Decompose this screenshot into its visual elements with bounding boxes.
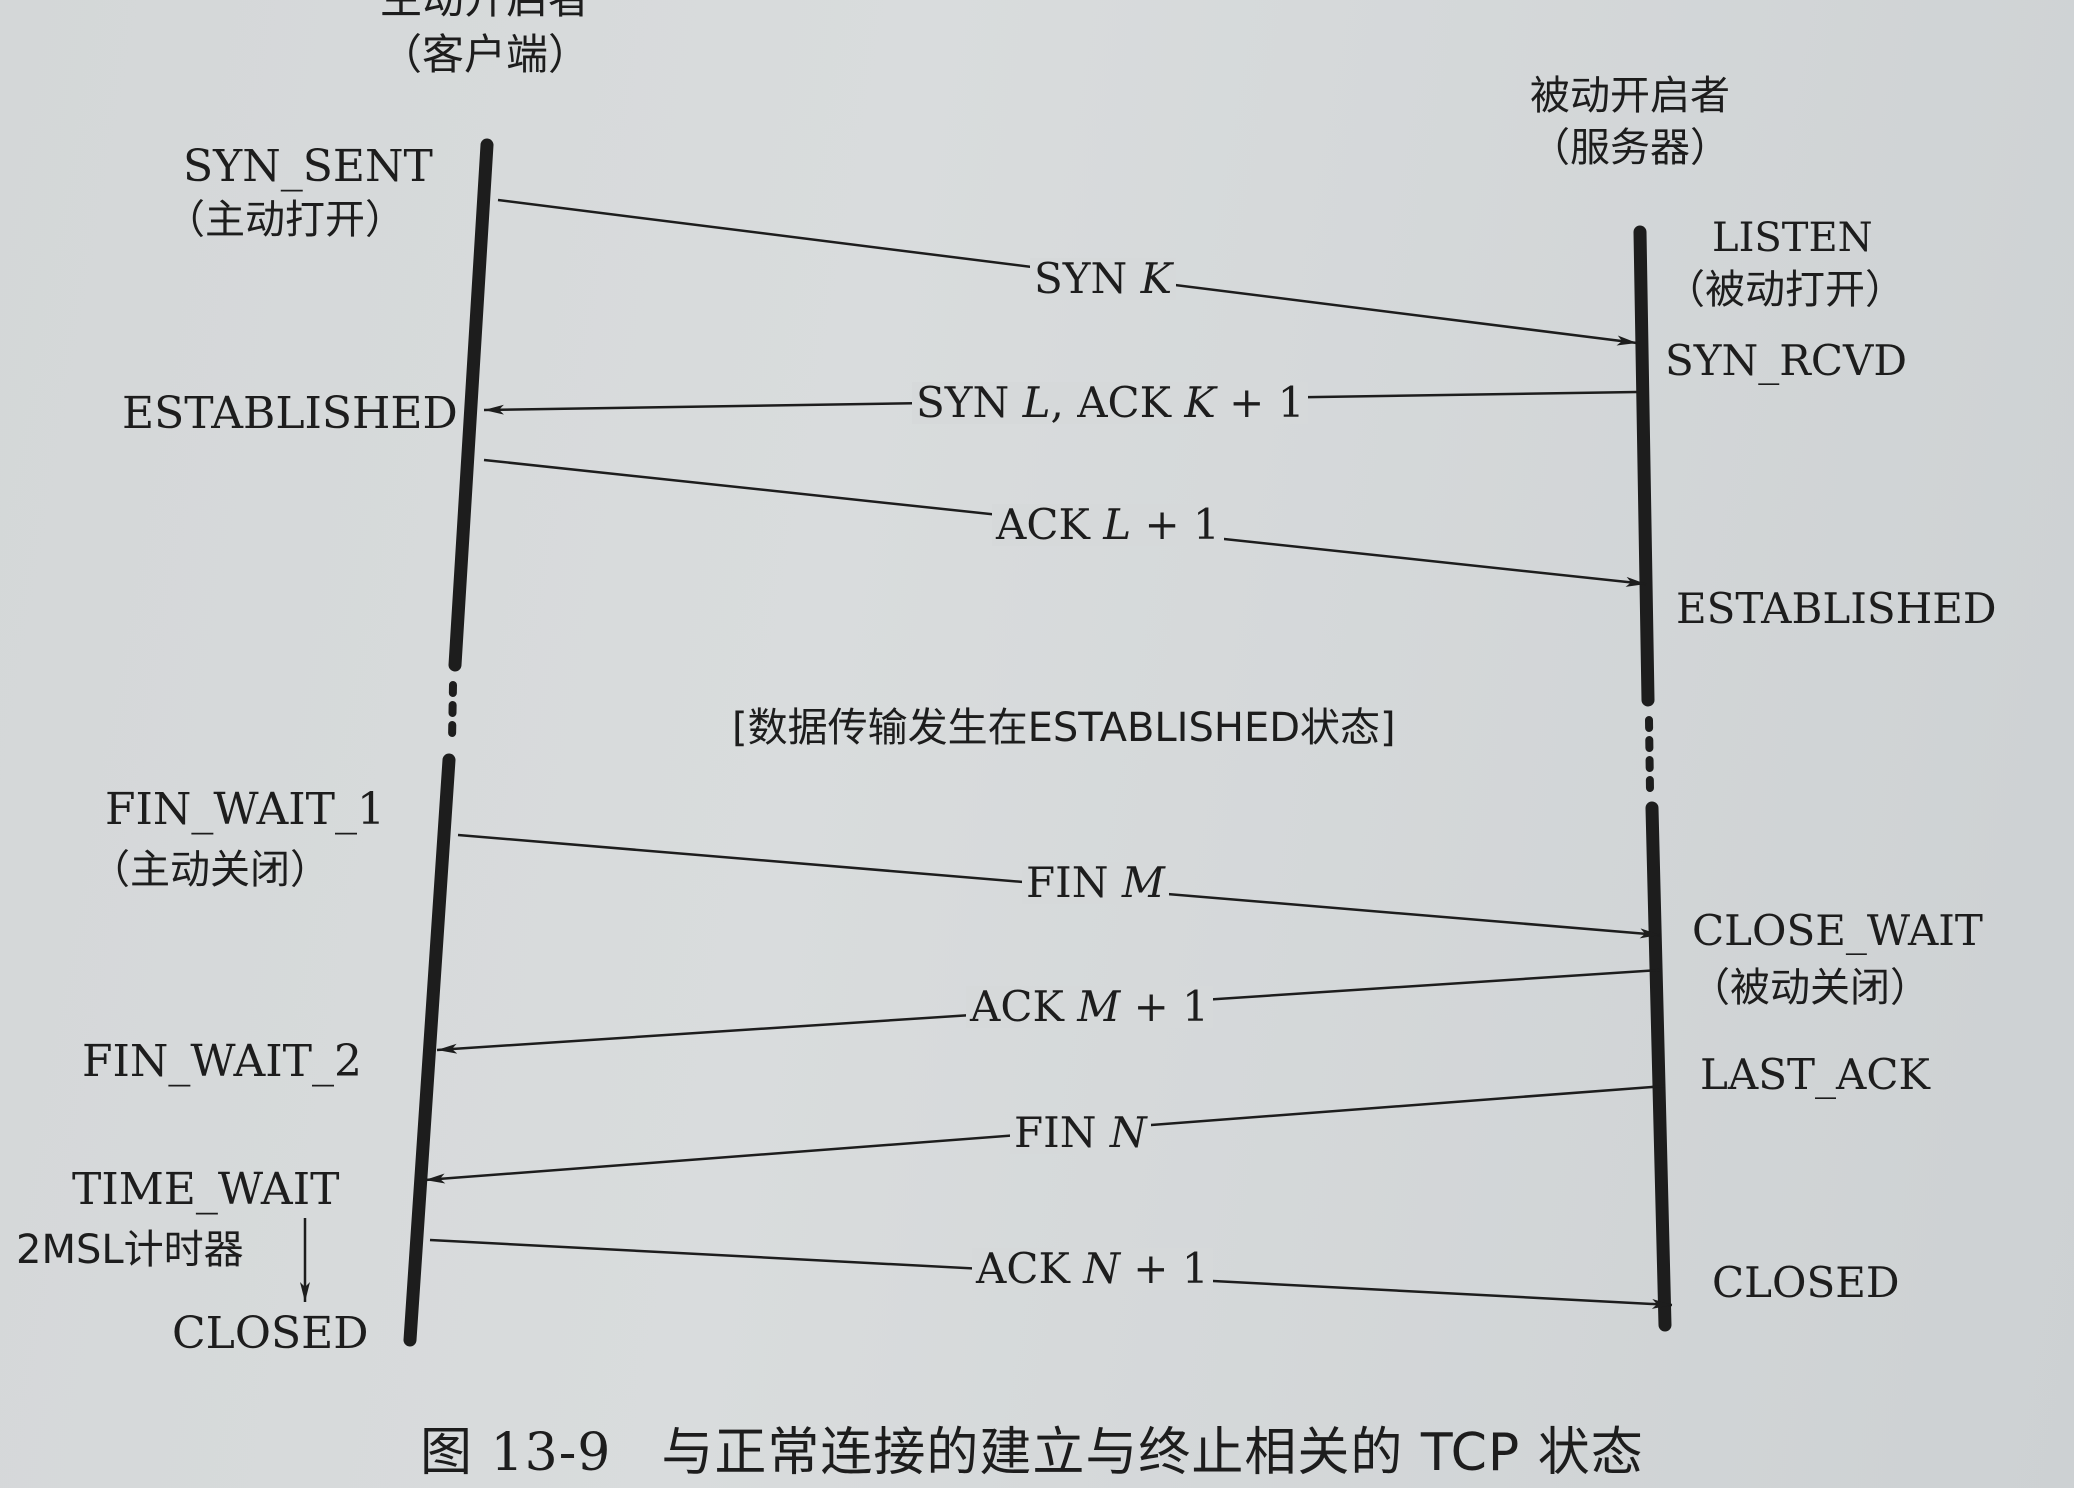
- state-syn-sent: SYN_SENT: [183, 141, 433, 192]
- client-title-line1: 主动开启者: [380, 0, 590, 20]
- label-syn-l-ack: SYN L, ACK K + 1: [912, 382, 1309, 424]
- data-transfer-note: [数据传输发生在ESTABLISHED状态]: [732, 705, 1396, 751]
- state-server-closed: CLOSED: [1712, 1258, 1900, 1307]
- state-client-established: ESTABLISHED: [122, 388, 458, 439]
- label-ack-m-var: M: [1077, 982, 1121, 1031]
- label-fin-m-var: M: [1121, 858, 1165, 907]
- label-ack-l-var: L: [1103, 500, 1132, 549]
- label-syn-l-ack-mid: , ACK: [1050, 378, 1185, 427]
- label-ack-m-post: + 1: [1120, 982, 1209, 1031]
- label-ack-n: ACK N + 1: [972, 1248, 1213, 1290]
- label-ack-m: ACK M + 1: [966, 986, 1213, 1028]
- label-ack-n-pre: ACK: [976, 1244, 1084, 1293]
- label-ack-m-pre: ACK: [970, 982, 1078, 1031]
- label-syn-l-ack-var: L: [1022, 378, 1051, 427]
- label-fin-n-var: N: [1109, 1108, 1147, 1157]
- client-timeline: [403, 138, 494, 1347]
- label-syn-k-var: K: [1140, 254, 1172, 303]
- label-syn-l-ack-var2: K: [1184, 378, 1216, 427]
- label-syn-k-pre: SYN: [1034, 254, 1141, 303]
- book-page-photo: 主动开启者 （客户端） 被动开启者 （服务器） SYN_SENT （主动打开） …: [0, 0, 2074, 1488]
- figure-number: 图 13-9: [420, 1423, 612, 1483]
- label-ack-n-post: + 1: [1119, 1244, 1209, 1293]
- label-ack-l-pre: ACK: [996, 500, 1104, 549]
- server-title-line1: 被动开启者: [1530, 73, 1730, 119]
- state-syn-rcvd: SYN_RCVD: [1665, 336, 1908, 385]
- state-active-open: （主动打开）: [165, 197, 405, 243]
- state-client-closed: CLOSED: [172, 1308, 369, 1359]
- server-timeline: [1633, 225, 1672, 1332]
- state-close-wait: CLOSE_WAIT: [1692, 906, 1983, 955]
- state-2msl-timer: 2MSL计时器: [16, 1227, 244, 1273]
- state-listen: LISTEN: [1712, 215, 1873, 261]
- state-time-wait: TIME_WAIT: [72, 1164, 340, 1215]
- client-title-line2: （客户端）: [380, 30, 591, 79]
- label-fin-m-pre: FIN: [1026, 858, 1122, 907]
- state-server-established: ESTABLISHED: [1676, 584, 1997, 633]
- label-ack-l: ACK L + 1: [992, 504, 1224, 546]
- message-arrows: [300, 198, 1673, 1309]
- figure-caption-text: 与正常连接的建立与终止相关的 TCP 状态: [661, 1423, 1644, 1483]
- state-fin-wait-1: FIN_WAIT_1: [105, 784, 385, 835]
- state-last-ack: LAST_ACK: [1700, 1050, 1930, 1099]
- state-fin-wait-2: FIN_WAIT_2: [82, 1036, 362, 1087]
- figure-caption: 图 13-9 与正常连接的建立与终止相关的 TCP 状态: [420, 1410, 1644, 1485]
- state-passive-open: （被动打开）: [1665, 267, 1905, 313]
- label-syn-l-ack-post: + 1: [1215, 378, 1305, 427]
- label-fin-m: FIN M: [1022, 862, 1169, 904]
- state-passive-close: （被动关闭）: [1690, 965, 1930, 1011]
- label-fin-n: FIN N: [1010, 1112, 1151, 1154]
- label-syn-k: SYN K: [1030, 258, 1176, 300]
- label-ack-l-post: + 1: [1131, 500, 1220, 549]
- label-ack-n-var: N: [1083, 1244, 1120, 1293]
- label-syn-l-ack-pre: SYN: [916, 378, 1023, 427]
- server-title-line2: （服务器）: [1530, 125, 1730, 171]
- state-active-close: （主动关闭）: [90, 847, 330, 893]
- label-fin-n-pre: FIN: [1014, 1108, 1110, 1157]
